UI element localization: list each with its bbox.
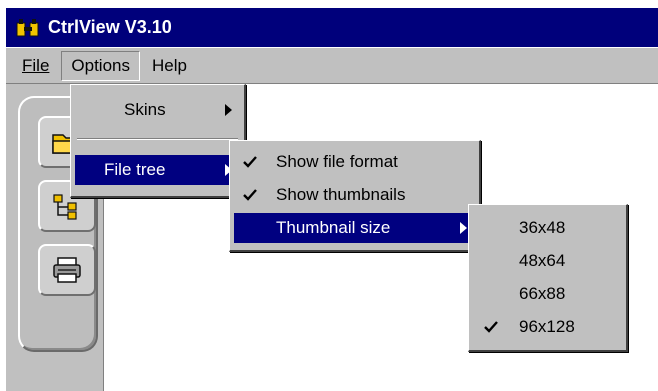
menu-item-show-thumbnails-label: Show thumbnails [276,185,406,204]
menu-item-size-48x64-label: 48x64 [519,251,566,270]
menu-item-size-48x64[interactable]: 48x64 [473,246,622,276]
menu-item-show-file-format[interactable]: Show file format [234,147,475,177]
printer-icon [53,257,81,283]
menu-item-size-36x48[interactable]: 36x48 [473,213,622,243]
window-title: CtrlView V3.10 [48,17,172,37]
menu-help[interactable]: Help [142,51,197,81]
menu-item-size-66x88[interactable]: 66x88 [473,279,622,309]
checkmark-icon [243,189,257,201]
options-dropdown: Skins File tree [70,84,246,198]
chevron-right-icon [460,222,467,234]
thumbnail-size-submenu: 36x48 48x64 66x88 96x128 [468,204,628,352]
menu-item-skins[interactable]: Skins [75,95,240,125]
menu-item-skins-label: Skins [124,100,166,119]
menu-bar: File Options Help [6,48,658,84]
menu-item-size-96x128[interactable]: 96x128 [473,312,622,342]
checkmark-icon [484,321,498,333]
menu-item-file-tree[interactable]: File tree [75,155,240,185]
menu-item-size-96x128-label: 96x128 [519,317,575,336]
menu-item-size-66x88-label: 66x88 [519,284,566,303]
file-tree-submenu: Show file format Show thumbnails Thumbna… [229,140,481,252]
menu-item-file-tree-label: File tree [104,160,166,179]
title-bar: CtrlView V3.10 [6,8,658,47]
menu-file[interactable]: File [12,51,59,81]
binoculars-icon [16,18,39,36]
chevron-right-icon [225,104,232,116]
menu-separator [77,138,238,140]
menu-item-thumbnail-size-label: Thumbnail size [276,218,391,237]
print-button[interactable] [38,244,96,296]
menu-item-thumbnail-size[interactable]: Thumbnail size [234,213,475,243]
checkmark-icon [243,156,257,168]
menu-file-label: File [22,55,50,75]
app-window: CtrlView V3.10 File Options Help Skins F… [6,8,658,391]
menu-item-size-36x48-label: 36x48 [519,218,566,237]
menu-item-show-file-format-label: Show file format [276,152,398,171]
menu-options-label: Options [71,55,130,75]
menu-options[interactable]: Options [61,50,140,81]
menu-item-show-thumbnails[interactable]: Show thumbnails [234,180,475,210]
menu-help-label: Help [152,55,187,75]
